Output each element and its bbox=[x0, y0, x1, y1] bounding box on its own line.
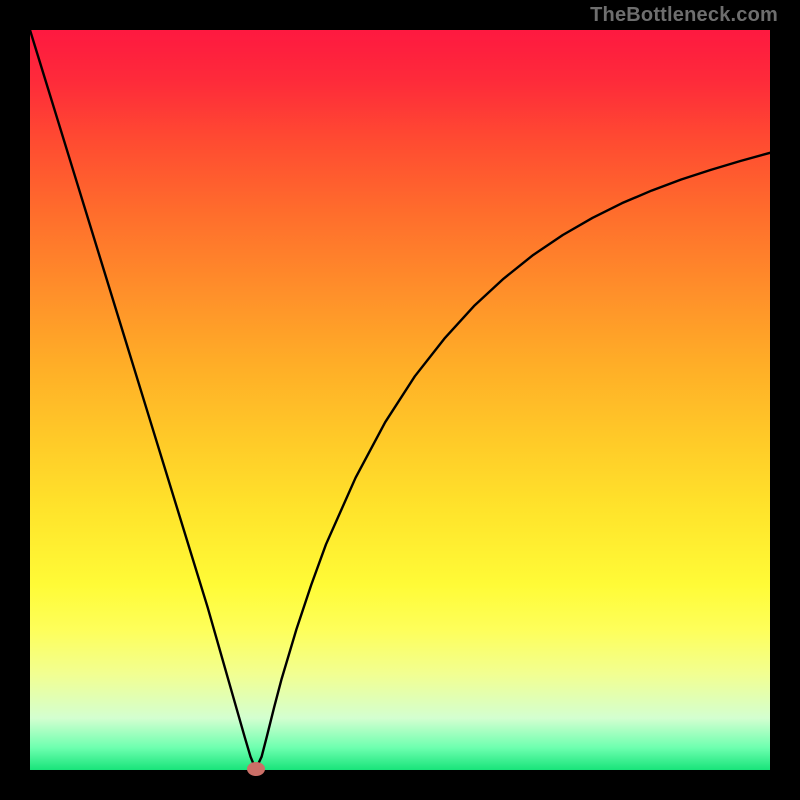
bottleneck-curve bbox=[30, 30, 770, 770]
watermark-label: TheBottleneck.com bbox=[590, 4, 778, 27]
minimum-marker-dot bbox=[247, 762, 265, 776]
chart-frame: TheBottleneck.com bbox=[0, 0, 800, 800]
plot-area bbox=[30, 30, 770, 770]
